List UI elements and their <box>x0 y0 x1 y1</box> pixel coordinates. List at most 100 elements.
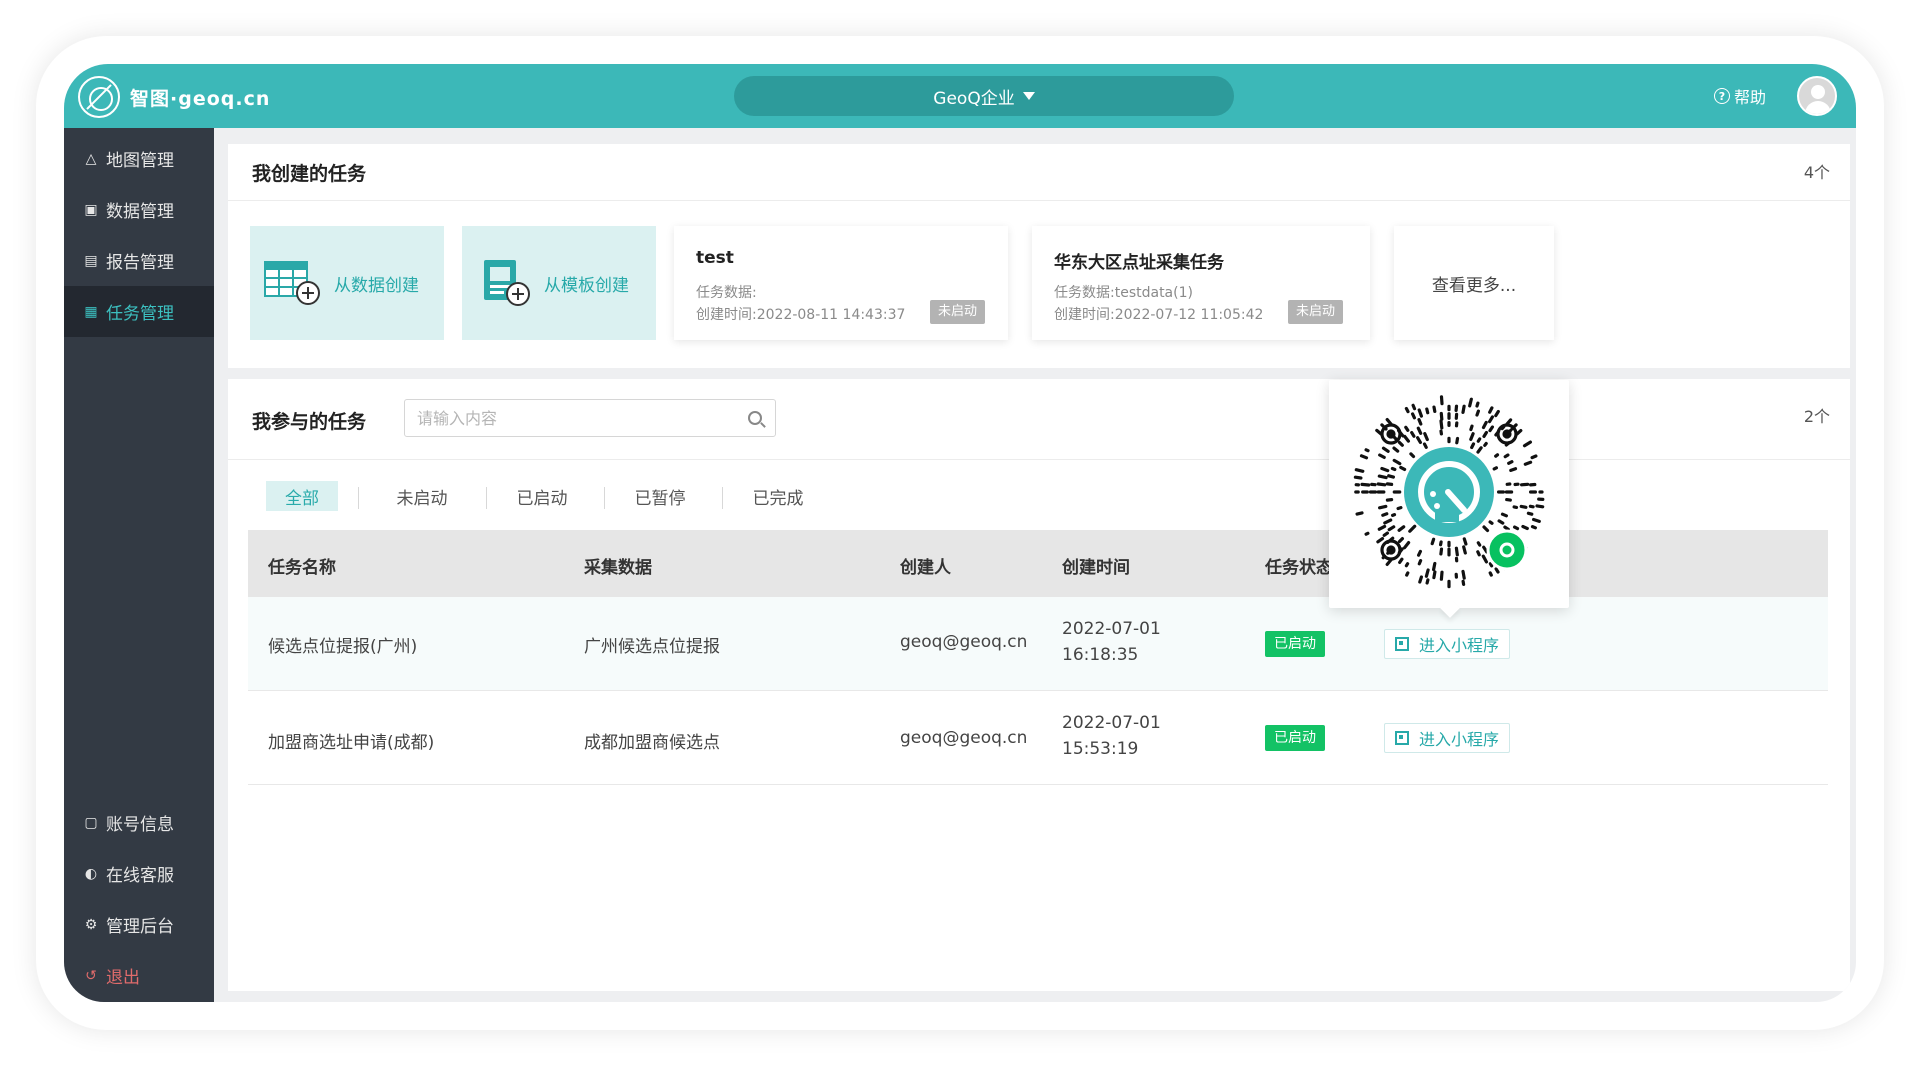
template-add-icon <box>484 260 530 306</box>
tab-separator <box>358 487 359 509</box>
view-more-button[interactable]: 查看更多... <box>1394 226 1554 340</box>
task-time-label: 创建时间: <box>696 307 757 323</box>
help-link[interactable]: ? 帮助 <box>1714 84 1766 108</box>
org-selector[interactable]: GeoQ企业 <box>734 76 1234 116</box>
task-data-value: testdata(1) <box>1114 285 1193 301</box>
column-header: 创建时间 <box>1062 558 1130 578</box>
report-icon: ▤ <box>84 252 98 269</box>
created-tasks-count: 4个 <box>1803 163 1830 182</box>
tab-all[interactable]: 全部 <box>266 481 338 511</box>
data-cell: 广州候选点位提报 <box>584 637 720 657</box>
sidebar-item-report[interactable]: ▤ 报告管理 <box>64 235 214 286</box>
account-icon: ▢ <box>84 814 98 831</box>
sidebar-item-map[interactable]: △ 地图管理 <box>64 133 214 184</box>
sidebar-item-admin[interactable]: ⚙ 管理后台 <box>64 899 214 950</box>
sidebar-item-account[interactable]: ▢ 账号信息 <box>64 797 214 848</box>
task-name-cell: 候选点位提报(广州) <box>268 637 418 657</box>
column-header: 任务名称 <box>268 558 336 578</box>
column-header: 创建人 <box>900 558 951 578</box>
status-badge: 已启动 <box>1265 725 1325 751</box>
qr-code-icon <box>1395 637 1409 651</box>
tab-separator <box>486 487 487 509</box>
app-window: 智图·geoq.cn GeoQ企业 ? 帮助 △ 地图管理 ▣ 数据管理 ▤ 报… <box>64 64 1856 1002</box>
column-header: 采集数据 <box>584 558 652 578</box>
table-add-icon <box>264 261 320 305</box>
created-tasks-panel: 我创建的任务 4个 从数据创建 从模板创建 test 任务数据: 创建时间:20… <box>228 144 1850 368</box>
data-cell: 成都加盟商候选点 <box>584 733 720 753</box>
task-data-line: 任务数据:testdata(1) <box>1054 282 1193 302</box>
task-time-line: 创建时间:2022-07-12 11:05:42 <box>1054 304 1263 324</box>
time-cell: 16:18:35 <box>1062 645 1139 665</box>
divider <box>228 459 1850 460</box>
org-name: GeoQ企业 <box>933 88 1015 109</box>
help-label: 帮助 <box>1734 88 1767 107</box>
joined-tasks-count: 2个 <box>1803 407 1830 426</box>
sidebar-item-data[interactable]: ▣ 数据管理 <box>64 184 214 235</box>
table-row: 候选点位提报(广州) 广州候选点位提报 geoq@geoq.cn 2022-07… <box>248 597 1828 691</box>
joined-tasks-title: 我参与的任务 <box>252 411 367 433</box>
tab-paused[interactable]: 已暂停 <box>612 481 708 511</box>
status-badge: 未启动 <box>930 300 986 324</box>
map-icon: △ <box>85 150 97 167</box>
tab-separator <box>722 487 723 509</box>
enter-miniprogram-label: 进入小程序 <box>1419 730 1500 749</box>
joined-tasks-panel: 我参与的任务 2个 全部 未启动 已启动 已暂停 已完成 任务名称 采集数据 创… <box>228 379 1850 991</box>
sidebar-item-label: 数据管理 <box>106 202 174 222</box>
compass-logo-icon <box>78 76 120 118</box>
logout-icon: ↺ <box>85 967 97 984</box>
sidebar-item-label: 任务管理 <box>106 304 174 324</box>
logo[interactable]: 智图·geoq.cn <box>78 76 270 118</box>
database-icon: ▣ <box>84 201 98 218</box>
sidebar-item-label: 退出 <box>106 968 140 988</box>
enter-miniprogram-button[interactable]: 进入小程序 <box>1384 723 1511 753</box>
sidebar-item-logout[interactable]: ↺ 退出 <box>64 950 214 1001</box>
tab-separator <box>604 487 605 509</box>
headset-icon: ◐ <box>84 865 98 882</box>
create-from-data-button[interactable]: 从数据创建 <box>250 226 444 340</box>
sidebar-item-label: 管理后台 <box>106 917 174 937</box>
task-name: test <box>696 248 734 268</box>
task-time-value: 2022-07-12 11:05:42 <box>1114 307 1264 323</box>
column-header: 任务状态 <box>1265 558 1333 578</box>
logo-text: 智图·geoq.cn <box>130 87 271 110</box>
task-time-value: 2022-08-11 14:43:37 <box>756 307 906 323</box>
create-from-template-button[interactable]: 从模板创建 <box>462 226 656 340</box>
caret-down-icon <box>1022 92 1035 100</box>
task-card[interactable]: test 任务数据: 创建时间:2022-08-11 14:43:37 未启动 <box>674 226 1008 340</box>
date-cell: 2022-07-01 <box>1062 713 1161 733</box>
table-header: 任务名称 采集数据 创建人 创建时间 任务状态 <box>248 530 1828 597</box>
creator-cell: geoq@geoq.cn <box>900 632 1028 652</box>
creator-cell: geoq@geoq.cn <box>900 728 1028 748</box>
task-name: 华东大区点址采集任务 <box>1054 253 1224 273</box>
table-row: 加盟商选址申请(成都) 成都加盟商候选点 geoq@geoq.cn 2022-0… <box>248 691 1828 785</box>
search-icon[interactable] <box>748 411 762 425</box>
created-tasks-title: 我创建的任务 <box>252 163 367 185</box>
tab-completed[interactable]: 已完成 <box>730 481 826 511</box>
gear-icon: ⚙ <box>84 916 98 933</box>
user-avatar[interactable] <box>1797 76 1837 116</box>
sidebar-item-support[interactable]: ◐ 在线客服 <box>64 848 214 899</box>
status-badge: 未启动 <box>1288 300 1344 324</box>
miniprogram-qr-code <box>1353 395 1545 589</box>
task-name-cell: 加盟商选址申请(成都) <box>268 733 435 753</box>
sidebar-item-label: 地图管理 <box>106 151 174 171</box>
task-data-label: 任务数据: <box>1054 285 1115 301</box>
task-time-label: 创建时间: <box>1054 307 1115 323</box>
task-data-line: 任务数据: <box>696 282 757 302</box>
task-time-line: 创建时间:2022-08-11 14:43:37 <box>696 304 905 324</box>
top-header: 智图·geoq.cn GeoQ企业 ? 帮助 <box>64 64 1856 128</box>
search-input[interactable] <box>417 407 717 429</box>
divider <box>228 200 1850 201</box>
sidebar-item-label: 在线客服 <box>106 866 174 886</box>
question-circle-icon: ? <box>1714 88 1730 104</box>
enter-miniprogram-button[interactable]: 进入小程序 <box>1384 629 1511 659</box>
create-from-data-label: 从数据创建 <box>334 275 419 296</box>
tab-not-started[interactable]: 未启动 <box>374 481 470 511</box>
tab-started[interactable]: 已启动 <box>494 481 590 511</box>
task-card[interactable]: 华东大区点址采集任务 任务数据:testdata(1) 创建时间:2022-07… <box>1032 226 1370 340</box>
qr-code-icon <box>1395 731 1409 745</box>
sidebar-item-task[interactable]: ▦ 任务管理 <box>64 286 214 337</box>
enter-miniprogram-label: 进入小程序 <box>1419 636 1500 655</box>
date-cell: 2022-07-01 <box>1062 619 1161 639</box>
time-cell: 15:53:19 <box>1062 739 1139 759</box>
